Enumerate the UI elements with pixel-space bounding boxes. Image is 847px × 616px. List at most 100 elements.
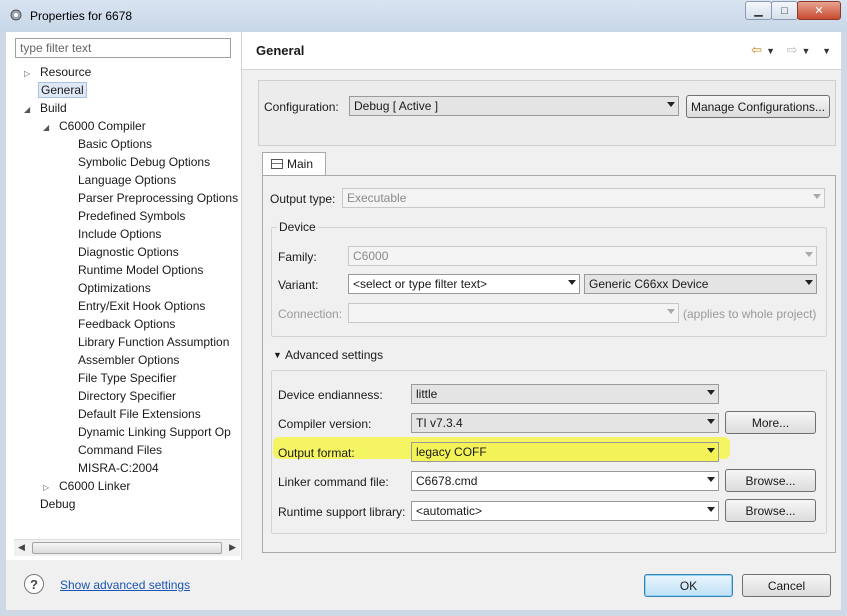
- runtime-support-library-label: Runtime support library:: [278, 505, 406, 519]
- tree-item-assembler-options[interactable]: Assembler Options: [76, 352, 181, 370]
- show-advanced-settings-link[interactable]: Show advanced settings: [60, 578, 190, 592]
- horizontal-scrollbar[interactable]: ◀ ▶: [14, 539, 240, 556]
- help-icon[interactable]: ?: [24, 574, 44, 594]
- tree-item-optimizations[interactable]: Optimizations: [76, 280, 153, 298]
- tree-item-c6000-compiler[interactable]: ◢ C6000 Compiler: [43, 118, 148, 136]
- history-nav: ⇦▼ ⇨▼ ▼: [751, 42, 835, 58]
- chevron-down-icon: [707, 507, 715, 512]
- connection-note: (applies to whole project): [683, 307, 817, 321]
- tree-item-misra[interactable]: MISRA-C:2004: [76, 460, 161, 478]
- tree-item-symbolic-debug-options[interactable]: Symbolic Debug Options: [76, 154, 212, 172]
- tree-item-language-options[interactable]: Language Options: [76, 172, 178, 190]
- title-bar: Properties for 6678 ▁ □ ✕: [0, 0, 847, 32]
- device-legend: Device: [277, 220, 318, 234]
- dialog-client: type filter text ▷ Resource General ◢ Buil…: [6, 32, 841, 610]
- tree-item-resource[interactable]: ▷ Resource: [24, 64, 93, 82]
- variant-label: Variant:: [278, 278, 319, 292]
- maximize-button[interactable]: □: [771, 1, 798, 20]
- collapse-icon[interactable]: ◢: [43, 119, 53, 136]
- family-combo: C6000: [348, 246, 817, 266]
- output-format-label: Output format:: [278, 446, 355, 460]
- advanced-settings-label[interactable]: Advanced settings: [285, 348, 383, 362]
- tree-item-file-type-specifier[interactable]: File Type Specifier: [76, 370, 179, 388]
- manage-configurations-button[interactable]: Manage Configurations...: [686, 95, 830, 118]
- linker-command-file-label: Linker command file:: [278, 475, 389, 489]
- chevron-down-icon: [813, 194, 821, 199]
- tree-item-parser-preprocessing[interactable]: Parser Preprocessing Options: [76, 190, 240, 208]
- output-type-combo: Executable: [342, 188, 825, 208]
- forward-dropdown-icon[interactable]: ▼: [802, 46, 815, 56]
- tree-item-basic-options[interactable]: Basic Options: [76, 136, 154, 154]
- expand-icon[interactable]: ▷: [24, 65, 34, 82]
- dialog-footer: ? Show advanced settings OK Cancel: [6, 560, 841, 610]
- chevron-down-icon: [707, 448, 715, 453]
- minimize-button[interactable]: ▁: [745, 1, 772, 20]
- scroll-left-icon[interactable]: ◀: [18, 542, 25, 553]
- forward-arrow-icon[interactable]: ⇨: [787, 42, 802, 57]
- family-label: Family:: [278, 250, 317, 264]
- linker-command-file-combo[interactable]: C6678.cmd: [411, 471, 719, 491]
- page-header: General ⇦▼ ⇨▼ ▼: [242, 32, 841, 70]
- variant-filter-combo[interactable]: <select or type filter text>: [348, 274, 580, 294]
- close-button[interactable]: ✕: [797, 1, 841, 20]
- connection-combo: [348, 303, 679, 323]
- scrollbar-thumb[interactable]: [32, 542, 222, 554]
- tree-item-c6000-linker[interactable]: ▷ C6000 Linker: [43, 478, 132, 496]
- chevron-down-icon: [568, 280, 576, 285]
- endianness-combo[interactable]: little: [411, 384, 719, 404]
- connection-label: Connection:: [278, 307, 343, 321]
- variant-combo[interactable]: Generic C66xx Device: [584, 274, 817, 294]
- chevron-down-icon: [707, 419, 715, 424]
- configuration-label: Configuration:: [264, 100, 339, 114]
- tree-item-debug[interactable]: Debug: [24, 496, 77, 514]
- tab-main[interactable]: Main: [262, 152, 326, 176]
- output-format-combo[interactable]: legacy COFF: [411, 442, 719, 462]
- tree-panel: type filter text ▷ Resource General ◢ Buil…: [6, 32, 242, 560]
- tree-item-library-function[interactable]: Library Function Assumption: [76, 334, 231, 352]
- browse-runtime-button[interactable]: Browse...: [725, 499, 816, 522]
- ok-button[interactable]: OK: [644, 574, 733, 597]
- configuration-box: Configuration: Debug [ Active ] Manage C…: [258, 80, 836, 146]
- chevron-down-icon: [707, 390, 715, 395]
- filter-input[interactable]: type filter text: [15, 38, 231, 58]
- tree-item-entry-exit-hook[interactable]: Entry/Exit Hook Options: [76, 298, 207, 316]
- tree-item-feedback-options[interactable]: Feedback Options: [76, 316, 177, 334]
- tree-item-diagnostic-options[interactable]: Diagnostic Options: [76, 244, 181, 262]
- window-controls: ▁ □ ✕: [745, 1, 841, 20]
- compiler-version-combo[interactable]: TI v7.3.4: [411, 413, 719, 433]
- page-title: General: [256, 43, 305, 58]
- window-title: Properties for 6678: [30, 9, 133, 23]
- endianness-label: Device endianness:: [278, 388, 383, 402]
- back-arrow-icon[interactable]: ⇦: [751, 42, 766, 57]
- tree-item-runtime-model-options[interactable]: Runtime Model Options: [76, 262, 205, 280]
- configuration-combo[interactable]: Debug [ Active ]: [349, 96, 679, 116]
- advanced-toggle-icon[interactable]: ▼: [273, 350, 282, 360]
- compiler-version-label: Compiler version:: [278, 417, 372, 431]
- chevron-down-icon: [805, 280, 813, 285]
- expand-icon[interactable]: ▷: [43, 479, 53, 496]
- tab-page-icon: [271, 159, 283, 169]
- collapse-icon[interactable]: ◢: [24, 101, 34, 118]
- browse-linker-button[interactable]: Browse...: [725, 469, 816, 492]
- properties-page: General ⇦▼ ⇨▼ ▼ Configuration: Debug [ A…: [242, 32, 841, 560]
- tree-item-directory-specifier[interactable]: Directory Specifier: [76, 388, 178, 406]
- chevron-down-icon: [805, 252, 813, 257]
- tree-item-build[interactable]: ◢ Build: [24, 100, 69, 118]
- tree-item-predefined-symbols[interactable]: Predefined Symbols: [76, 208, 187, 226]
- tree-item-command-files[interactable]: Command Files: [76, 442, 164, 460]
- more-button[interactable]: More...: [725, 411, 816, 434]
- gear-icon: [10, 9, 22, 21]
- main-tab-body: Output type: Executable Device Family: C…: [262, 175, 836, 553]
- tree-item-general[interactable]: General: [24, 82, 87, 100]
- view-menu-icon[interactable]: ▼: [822, 46, 835, 56]
- chevron-down-icon: [667, 102, 675, 107]
- tree-item-default-file-extensions[interactable]: Default File Extensions: [76, 406, 203, 424]
- cancel-button[interactable]: Cancel: [742, 574, 831, 597]
- scroll-right-icon[interactable]: ▶: [229, 542, 236, 553]
- chevron-down-icon: [667, 309, 675, 314]
- tree-item-include-options[interactable]: Include Options: [76, 226, 163, 244]
- tree-item-dynamic-linking[interactable]: Dynamic Linking Support Op: [76, 424, 233, 442]
- chevron-down-icon: [707, 477, 715, 482]
- runtime-support-library-combo[interactable]: <automatic>: [411, 501, 719, 521]
- back-dropdown-icon[interactable]: ▼: [766, 46, 779, 56]
